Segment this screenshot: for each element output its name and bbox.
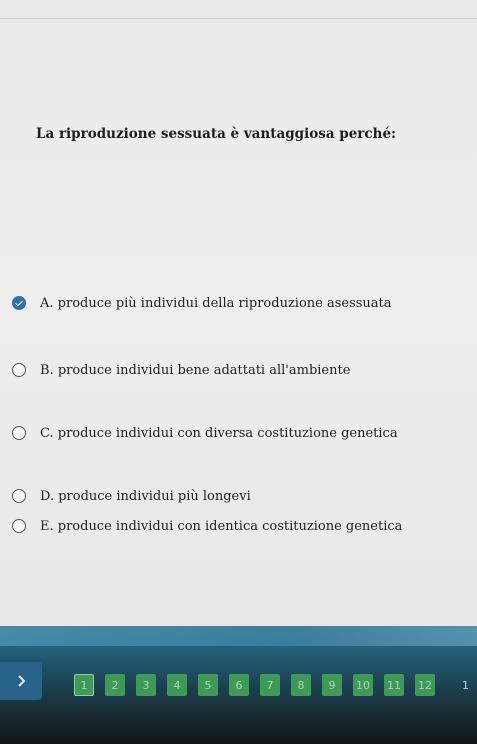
quiz-page: La riproduzione sessuata è vantaggiosa p… [0, 0, 477, 630]
page-button-truncated[interactable]: 1 [462, 674, 477, 696]
page-button-4[interactable]: 4 [167, 674, 187, 696]
radio-icon[interactable] [12, 363, 26, 377]
navigation-bar-strip [0, 626, 477, 646]
page-button-11[interactable]: 11 [384, 674, 404, 696]
option-c-label: C. produce individui con diversa costitu… [40, 425, 398, 441]
page-button-1[interactable]: 1 [74, 674, 94, 696]
radio-checked-icon[interactable] [12, 296, 26, 310]
page-button-9[interactable]: 9 [322, 674, 342, 696]
chevron-right-icon [18, 675, 26, 687]
option-d[interactable]: D. produce individui più longevi [12, 485, 472, 507]
page-button-10[interactable]: 10 [353, 674, 373, 696]
option-b-label: B. produce individui bene adattati all'a… [40, 362, 351, 378]
top-divider [0, 18, 477, 19]
radio-icon[interactable] [12, 426, 26, 440]
option-d-label: D. produce individui più longevi [40, 488, 251, 504]
page-button-2[interactable]: 2 [105, 674, 125, 696]
radio-icon[interactable] [12, 519, 26, 533]
option-a-label: A. produce più individui della riproduzi… [40, 295, 392, 311]
option-e[interactable]: E. produce individui con identica costit… [12, 515, 472, 537]
page-button-7[interactable]: 7 [260, 674, 280, 696]
option-a[interactable]: A. produce più individui della riproduzi… [12, 292, 472, 314]
page-selector: 1 2 3 4 5 6 7 8 9 10 11 12 [74, 674, 435, 698]
next-button[interactable] [0, 662, 42, 700]
page-button-3[interactable]: 3 [136, 674, 156, 696]
page-button-8[interactable]: 8 [291, 674, 311, 696]
question-text: La riproduzione sessuata è vantaggiosa p… [36, 126, 397, 142]
page-button-6[interactable]: 6 [229, 674, 249, 696]
option-c[interactable]: C. produce individui con diversa costitu… [12, 422, 472, 444]
option-b[interactable]: B. produce individui bene adattati all'a… [12, 359, 472, 381]
option-e-label: E. produce individui con identica costit… [40, 518, 403, 534]
page-button-12[interactable]: 12 [415, 674, 435, 696]
page-button-5[interactable]: 5 [198, 674, 218, 696]
radio-icon[interactable] [12, 489, 26, 503]
